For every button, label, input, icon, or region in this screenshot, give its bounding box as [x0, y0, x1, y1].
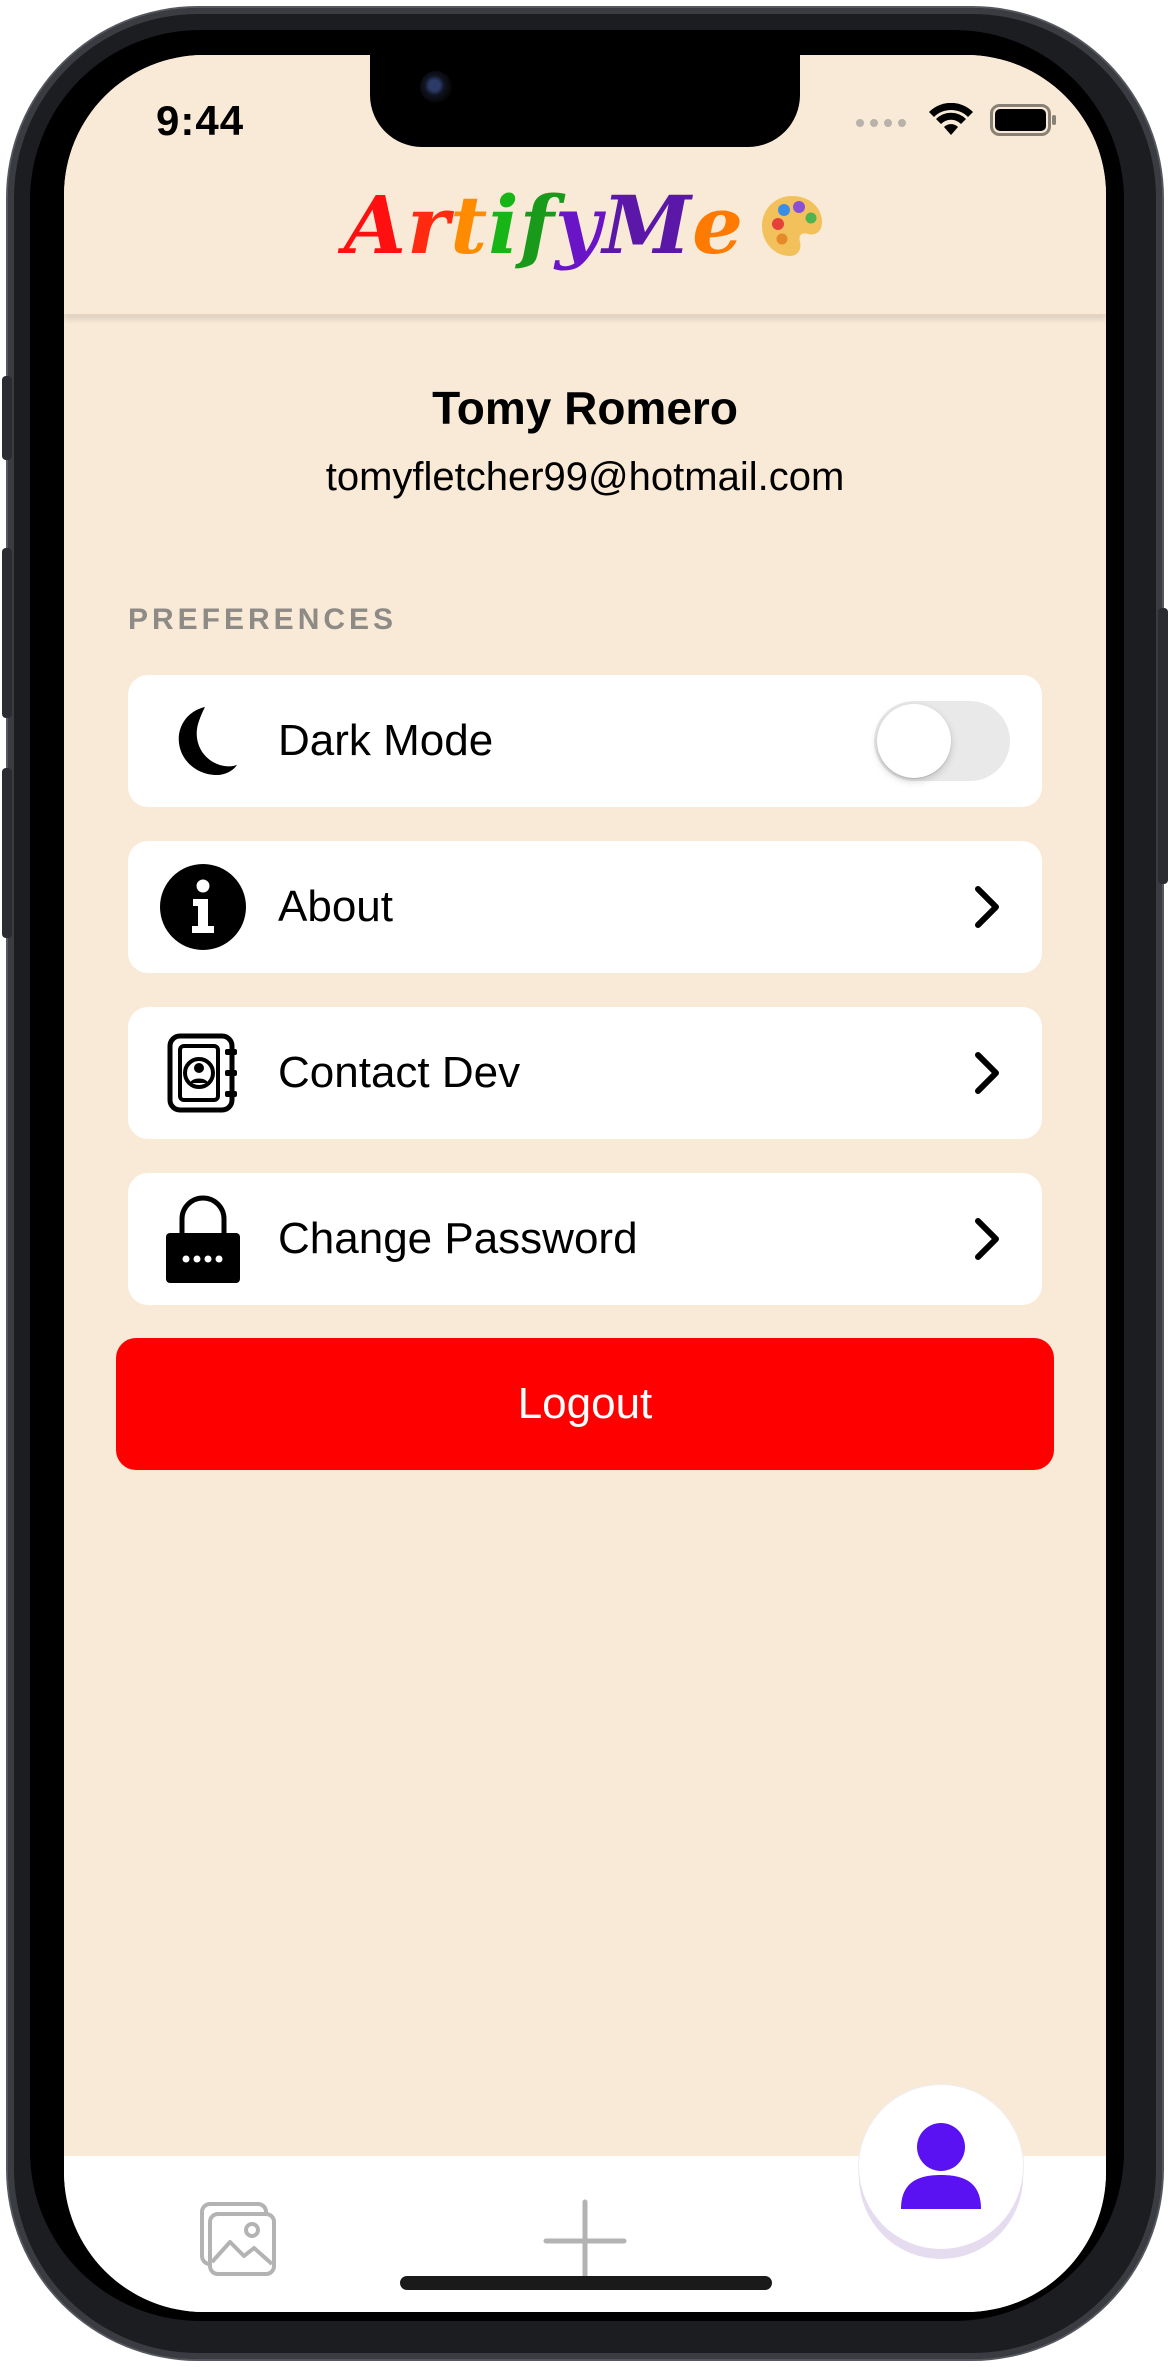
wifi-icon: [928, 102, 974, 142]
logo-letter: e: [692, 178, 744, 272]
cellular-signal-icon: [856, 118, 906, 127]
dark-mode-toggle[interactable]: [874, 701, 1010, 781]
preference-row-about[interactable]: About: [128, 841, 1042, 973]
status-indicators: [856, 102, 1058, 142]
preference-row-contact-dev[interactable]: Contact Dev: [128, 1007, 1042, 1139]
logo-letter: i: [488, 178, 520, 272]
moon-icon: [128, 675, 278, 807]
gallery-icon: [198, 2202, 278, 2284]
toggle-knob: [877, 704, 951, 778]
contact-book-icon: [128, 1007, 278, 1139]
chevron-right-icon: [932, 1007, 1042, 1139]
status-time: 9:44: [156, 97, 245, 144]
palette-icon: [758, 192, 826, 272]
tab-profile[interactable]: [859, 2085, 1023, 2249]
mute-switch: [2, 376, 12, 460]
volume-up-button: [2, 548, 12, 718]
volume-down-button: [2, 768, 12, 938]
camera-notch: [370, 55, 800, 147]
home-indicator: [400, 2276, 772, 2290]
chevron-right-icon: [932, 1173, 1042, 1305]
lock-icon: [128, 1173, 278, 1305]
user-email: tomyfletcher99@hotmail.com: [325, 455, 845, 499]
logo-letter: f: [519, 178, 556, 272]
info-icon: [128, 841, 278, 973]
chevron-right-icon: [932, 841, 1042, 973]
logo-letter: M: [602, 178, 693, 272]
tab-create[interactable]: [542, 2198, 628, 2284]
logo-letter: r: [407, 178, 451, 272]
app-logo: ArtifyMe: [64, 185, 1106, 272]
preference-row-change-password[interactable]: Change Password: [128, 1173, 1042, 1305]
change-password-label: Change Password: [278, 1214, 638, 1263]
battery-icon: [990, 103, 1058, 142]
logo-wordmark: ArtifyMe: [344, 178, 744, 272]
user-name: Tomy Romero: [432, 382, 738, 434]
preference-row-dark-mode: Dark Mode: [128, 675, 1042, 807]
app-screen: ArtifyMe 9:44 Tomy Romero tomyfletcher99…: [64, 55, 1106, 2312]
app-header: ArtifyMe 9:44: [64, 55, 1106, 315]
profile-icon: [893, 2117, 989, 2218]
logo-letter: y: [555, 178, 603, 272]
front-camera: [420, 71, 452, 103]
about-label: About: [278, 882, 393, 931]
logo-letter: t: [450, 178, 489, 272]
logo-letter: A: [344, 178, 408, 272]
contact-dev-label: Contact Dev: [278, 1048, 521, 1097]
tab-gallery[interactable]: [198, 2200, 278, 2280]
preferences-section-label: PREFERENCES: [128, 603, 398, 636]
power-button: [1158, 608, 1168, 884]
logout-button[interactable]: Logout: [116, 1338, 1054, 1470]
dark-mode-label: Dark Mode: [278, 716, 494, 765]
